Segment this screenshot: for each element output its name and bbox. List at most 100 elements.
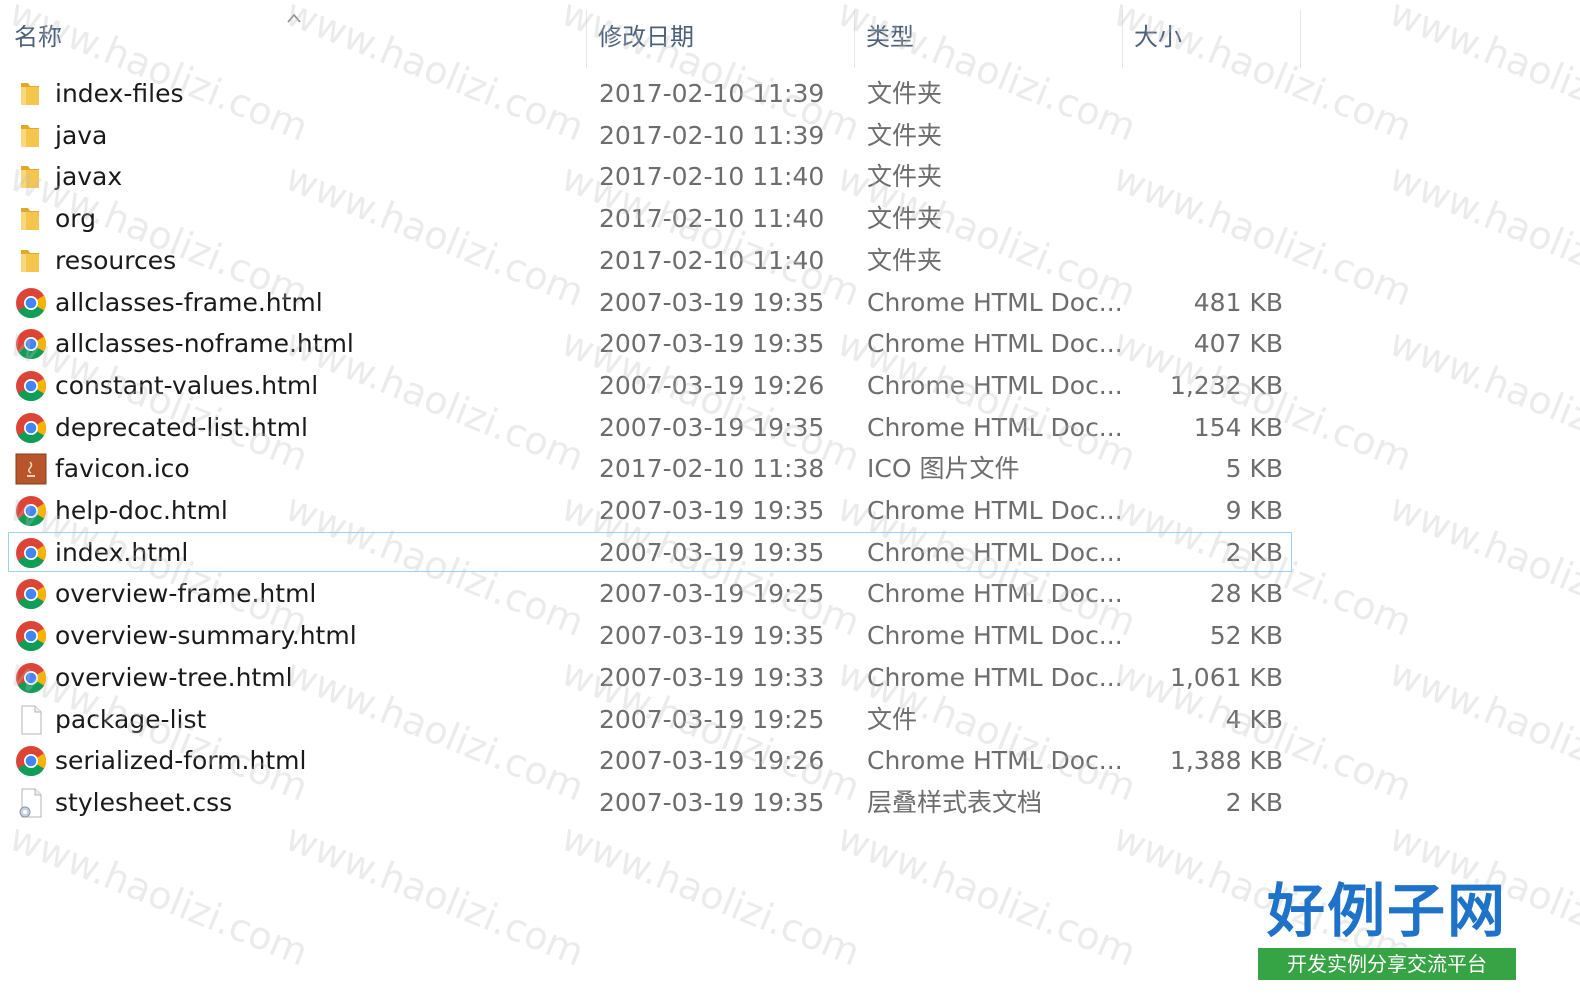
column-divider[interactable] — [1122, 10, 1123, 68]
file-modified-date: 2017-02-10 11:40 — [599, 245, 825, 275]
file-size: 52 KB — [1209, 621, 1283, 651]
chrome-html-icon — [15, 745, 47, 777]
file-modified-date: 2007-03-19 19:35 — [599, 537, 825, 567]
file-size: 2 KB — [1225, 537, 1283, 567]
chrome-html-icon — [15, 537, 47, 569]
css-file-icon — [15, 787, 47, 819]
file-type: 文件夹 — [867, 245, 943, 275]
folder-icon — [15, 78, 47, 110]
file-type: Chrome HTML Doc... — [867, 370, 1123, 400]
file-size: 407 KB — [1193, 329, 1283, 359]
file-name: allclasses-frame.html — [55, 287, 323, 317]
watermark-text: www.haolizi.com — [1383, 320, 1580, 480]
file-size: 1,232 KB — [1169, 370, 1283, 400]
file-modified-date: 2007-03-19 19:33 — [599, 662, 825, 692]
file-row[interactable]: favicon.ico 2017-02-10 11:38 ICO 图片文件 5 KB — [8, 448, 1292, 488]
watermark-text: www.haolizi.com — [555, 815, 867, 975]
file-row[interactable]: overview-summary.html 2007-03-19 19:35 Chr… — [8, 615, 1292, 655]
file-row[interactable]: overview-tree.html 2007-03-19 19:33 Chrome… — [8, 657, 1292, 697]
file-name: favicon.ico — [55, 454, 190, 484]
blank-file-icon — [15, 704, 47, 736]
file-type: 文件夹 — [867, 204, 943, 234]
file-name: stylesheet.css — [55, 787, 233, 817]
file-row[interactable]: index-files 2017-02-10 11:39 文件夹 — [8, 73, 1292, 113]
file-modified-date: 2007-03-19 19:35 — [599, 787, 825, 817]
file-modified-date: 2007-03-19 19:35 — [599, 287, 825, 317]
chrome-html-icon — [15, 370, 47, 402]
watermark-text: www.haolizi.com — [1383, 0, 1580, 150]
column-header-size[interactable]: 大小 — [1134, 10, 1304, 64]
chrome-html-icon — [15, 495, 47, 527]
file-size: 9 KB — [1225, 496, 1283, 525]
file-modified-date: 2017-02-10 11:39 — [599, 120, 825, 150]
file-row[interactable]: overview-frame.html 2007-03-19 19:25 Chrom… — [8, 573, 1292, 613]
file-modified-date: 2007-03-19 19:35 — [599, 496, 825, 525]
file-name: index.html — [55, 537, 189, 567]
folder-icon — [15, 245, 47, 277]
file-name: overview-frame.html — [55, 579, 317, 609]
file-type: Chrome HTML Doc... — [867, 662, 1123, 692]
file-name: serialized-form.html — [55, 746, 307, 776]
file-row[interactable]: allclasses-noframe.html 2007-03-19 19:35 C… — [8, 323, 1292, 363]
file-row[interactable]: package-list 2007-03-19 19:25 文件 4 KB — [8, 699, 1292, 739]
file-type: Chrome HTML Doc... — [867, 329, 1123, 359]
watermark-text: www.haolizi.com — [1383, 155, 1580, 315]
file-row[interactable]: constant-values.html 2007-03-19 19:26 Chro… — [8, 365, 1292, 405]
file-name: allclasses-noframe.html — [55, 329, 354, 359]
watermark-text: www.haolizi.com — [1383, 650, 1580, 810]
file-type: 层叠样式表文档 — [867, 787, 1043, 817]
java-ico-icon — [15, 453, 47, 485]
logo-title: 好例子网 — [1266, 877, 1507, 945]
chrome-html-icon — [15, 620, 47, 652]
file-name: java — [55, 120, 108, 150]
file-modified-date: 2017-02-10 11:38 — [599, 454, 825, 484]
column-divider[interactable] — [854, 10, 855, 68]
file-row[interactable]: help-doc.html 2007-03-19 19:35 Chrome HTML… — [8, 490, 1292, 530]
file-type: Chrome HTML Doc... — [867, 287, 1123, 317]
file-name: org — [55, 204, 97, 234]
file-row[interactable]: stylesheet.css 2007-03-19 19:35 层叠样式表文档 2 K… — [8, 782, 1292, 822]
column-divider[interactable] — [586, 10, 587, 68]
sort-ascending-icon — [287, 13, 301, 23]
file-size: 4 KB — [1225, 704, 1283, 734]
chrome-html-icon — [15, 578, 47, 610]
column-divider[interactable] — [1300, 10, 1301, 68]
watermark-text: www.haolizi.com — [3, 815, 315, 975]
file-type: 文件夹 — [867, 120, 943, 150]
file-row[interactable]: java 2017-02-10 11:39 文件夹 — [8, 115, 1292, 155]
file-name: package-list — [55, 704, 207, 734]
file-explorer-list-view: 名称 修改日期 类型 大小 index-files 2017-02-10 11:3… — [0, 0, 1580, 998]
file-size: 28 KB — [1209, 579, 1283, 609]
file-row[interactable]: serialized-form.html 2007-03-19 19:26 Chro… — [8, 740, 1292, 780]
chrome-html-icon — [15, 662, 47, 694]
file-row[interactable]: javax 2017-02-10 11:40 文件夹 — [8, 156, 1292, 196]
chrome-html-icon — [15, 412, 47, 444]
file-type: 文件夹 — [867, 162, 943, 192]
file-modified-date: 2007-03-19 19:25 — [599, 704, 825, 734]
file-name: overview-summary.html — [55, 621, 357, 651]
watermark-text: www.haolizi.com — [1383, 485, 1580, 645]
brand-logo: 好例子网 开发实例分享交流平台 — [1256, 876, 1518, 980]
file-type: Chrome HTML Doc... — [867, 496, 1123, 525]
file-type: 文件 — [867, 704, 918, 734]
file-row[interactable]: index.html 2007-03-19 19:35 Chrome HTML Do… — [8, 531, 1292, 572]
file-modified-date: 2007-03-19 19:25 — [599, 579, 825, 609]
file-row[interactable]: resources 2017-02-10 11:40 文件夹 — [8, 240, 1292, 280]
folder-icon — [15, 120, 47, 152]
file-row[interactable]: org 2017-02-10 11:40 文件夹 — [8, 198, 1292, 238]
column-header-date[interactable]: 修改日期 — [598, 10, 848, 64]
file-size: 5 KB — [1225, 454, 1283, 484]
column-header-type[interactable]: 类型 — [866, 10, 1116, 64]
folder-icon — [15, 203, 47, 235]
logo-subtitle: 开发实例分享交流平台 — [1258, 948, 1516, 980]
column-header-bar: 名称 修改日期 类型 大小 — [0, 10, 1310, 68]
file-row[interactable]: deprecated-list.html 2007-03-19 19:35 Chro… — [8, 407, 1292, 447]
file-modified-date: 2007-03-19 19:35 — [599, 621, 825, 651]
file-size: 1,061 KB — [1169, 662, 1283, 692]
file-type: Chrome HTML Doc... — [867, 746, 1123, 776]
file-modified-date: 2017-02-10 11:40 — [599, 204, 825, 234]
chrome-html-icon — [15, 287, 47, 319]
file-row[interactable]: allclasses-frame.html 2007-03-19 19:35 Chr… — [8, 282, 1292, 322]
file-modified-date: 2017-02-10 11:39 — [599, 79, 825, 108]
file-type: ICO 图片文件 — [867, 454, 1020, 484]
